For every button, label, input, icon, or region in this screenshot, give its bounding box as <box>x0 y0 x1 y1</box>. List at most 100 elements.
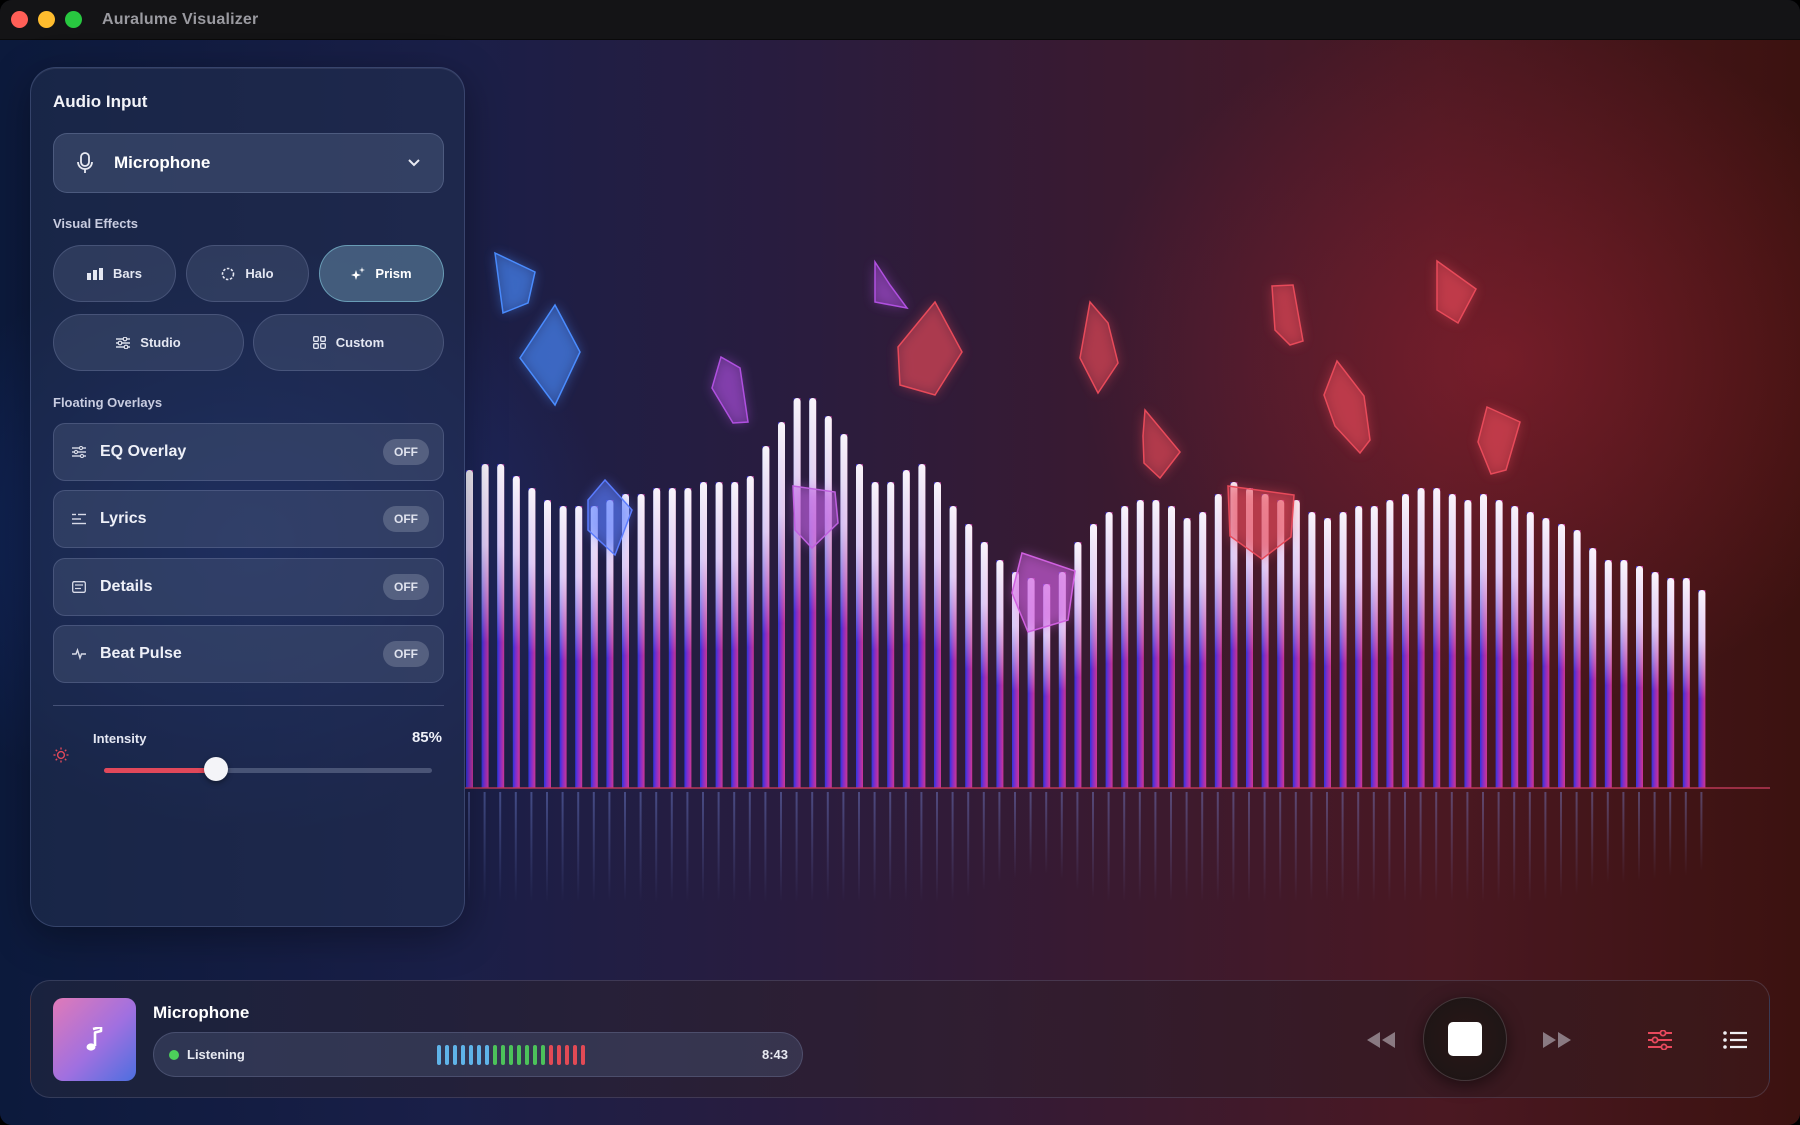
spectrum-bar <box>887 482 895 788</box>
prism-shard <box>1079 300 1119 395</box>
spectrum-bar <box>1074 542 1082 788</box>
settings-sidebar: Audio Input Microphone Visual Effects Ba… <box>30 67 465 927</box>
meter-segment <box>493 1045 497 1065</box>
spectrum-reflection <box>1450 792 1453 902</box>
effect-prism-button[interactable]: Prism <box>319 245 444 302</box>
spectrum-reflection <box>1014 792 1016 879</box>
spectrum-reflection <box>561 792 564 902</box>
spectrum-bar <box>809 398 817 788</box>
microphone-icon <box>77 152 93 173</box>
spectrum-reflection <box>1216 792 1219 902</box>
spectrum-reflection <box>780 792 782 902</box>
spectrum-reflection <box>1092 792 1094 898</box>
rewind-button[interactable] <box>1358 1017 1404 1063</box>
overlay-details-row[interactable]: Details OFF <box>53 558 444 616</box>
spectrum-bar <box>1604 560 1612 788</box>
meter-segment <box>477 1045 481 1065</box>
meter-segment <box>557 1045 561 1065</box>
fast-forward-button[interactable] <box>1534 1017 1580 1063</box>
track-title: Microphone <box>153 1003 250 1022</box>
music-note-icon <box>86 1026 102 1051</box>
overlay-eq-row[interactable]: EQ Overlay OFF <box>53 423 444 481</box>
prism-shard <box>1436 259 1477 325</box>
prism-shard <box>519 303 581 407</box>
spectrum-reflection <box>1622 792 1625 884</box>
lyrics-icon <box>72 513 86 525</box>
spectrum-bar <box>824 416 832 788</box>
overlay-beat-pulse-toggle[interactable]: OFF <box>383 641 429 667</box>
album-art <box>53 998 136 1081</box>
stop-button[interactable] <box>1423 997 1507 1081</box>
prism-shard <box>494 251 536 315</box>
spectrum-bar <box>497 464 505 788</box>
spectrum-reflection <box>546 792 548 902</box>
spectrum-bar <box>575 506 583 788</box>
app-title: Auralume Visualizer <box>102 10 259 28</box>
intensity-slider-track[interactable] <box>104 768 432 773</box>
playlist-button[interactable] <box>1712 1017 1758 1063</box>
overlay-beat-pulse-row[interactable]: Beat Pulse OFF <box>53 625 444 683</box>
prism-shard <box>1142 408 1181 480</box>
meter-segment <box>517 1045 521 1065</box>
maximize-window-button[interactable] <box>65 11 82 28</box>
spectrum-bar <box>1183 518 1191 788</box>
spectrum-bar <box>466 470 473 788</box>
details-icon <box>72 581 86 593</box>
spectrum-reflection <box>499 792 502 902</box>
intensity-label: Intensity <box>93 731 147 746</box>
spectrum-bar <box>1589 548 1597 788</box>
spectrum-reflection <box>655 792 658 902</box>
spectrum-bar <box>1573 530 1581 788</box>
spectrum-reflection <box>702 792 704 902</box>
spectrum-bar <box>1292 500 1300 788</box>
spectrum-reflection <box>1279 792 1282 902</box>
spectrum-reflection <box>530 792 533 902</box>
pulse-icon <box>72 648 86 660</box>
intensity-slider-thumb[interactable] <box>203 757 228 781</box>
spectrum-bar <box>1526 512 1534 788</box>
spectrum-reflection <box>592 792 595 902</box>
spectrum-bar <box>793 398 801 788</box>
overlay-details-label: Details <box>100 578 153 595</box>
spectrum-reflection <box>1029 792 1032 876</box>
spectrum-bar <box>1636 566 1643 788</box>
overlay-lyrics-label: Lyrics <box>100 510 147 527</box>
prism-shard <box>711 355 749 424</box>
spectrum-bar <box>1620 560 1628 788</box>
spectrum-reflection <box>1669 792 1672 876</box>
meter-segment <box>581 1045 585 1065</box>
spectrum-reflection <box>1404 792 1406 902</box>
spectrum-reflection <box>1606 792 1609 884</box>
overlay-details-toggle[interactable]: OFF <box>383 574 429 600</box>
spectrum-bar <box>1339 512 1347 788</box>
effect-studio-button[interactable]: Studio <box>53 314 244 371</box>
spectrum-bar <box>1448 494 1456 788</box>
spectrum-bar <box>965 524 973 788</box>
spectrum-bar <box>1355 506 1363 788</box>
close-window-button[interactable] <box>11 11 28 28</box>
spectrum-bar <box>1667 578 1675 788</box>
spectrum-bar <box>902 470 910 788</box>
spectrum-reflection <box>1591 792 1594 888</box>
effect-custom-button[interactable]: Custom <box>253 314 444 371</box>
spectrum-bar <box>481 464 489 788</box>
spectrum-reflection <box>1248 792 1250 902</box>
equalizer-settings-button[interactable] <box>1637 1017 1683 1063</box>
spectrum-bars <box>466 398 1706 902</box>
spectrum-bar <box>746 476 754 788</box>
minimize-window-button[interactable] <box>38 11 55 28</box>
overlay-lyrics-row[interactable]: Lyrics OFF <box>53 490 444 548</box>
effect-halo-button[interactable]: Halo <box>186 245 309 302</box>
spectrum-bar <box>980 542 988 788</box>
overlay-eq-toggle[interactable]: OFF <box>383 439 429 465</box>
sliders-icon <box>116 336 131 349</box>
effect-bars-button[interactable]: Bars <box>53 245 176 302</box>
spectrum-bar <box>1214 494 1222 788</box>
audio-source-select[interactable]: Microphone <box>53 133 444 193</box>
equalizer-settings-icon <box>1648 1030 1672 1050</box>
spectrum-reflection <box>1201 792 1204 902</box>
effect-custom-label: Custom <box>335 335 385 350</box>
spectrum-bar <box>1324 518 1331 788</box>
overlay-eq-label: EQ Overlay <box>100 443 187 460</box>
overlay-lyrics-toggle[interactable]: OFF <box>383 506 429 532</box>
